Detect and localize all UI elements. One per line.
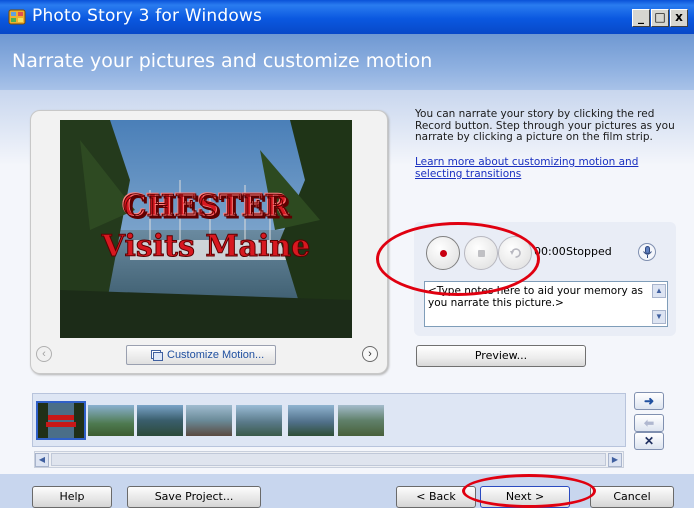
instructions-text: You can narrate your story by clicking t…: [415, 108, 675, 143]
save-project-button[interactable]: Save Project...: [127, 486, 261, 508]
app-icon: [8, 9, 26, 25]
maximize-button[interactable]: □: [651, 9, 669, 27]
cancel-button[interactable]: Cancel: [590, 486, 674, 508]
move-left-button[interactable]: ⬅: [634, 414, 664, 432]
filmstrip-thumbnail[interactable]: [88, 405, 134, 436]
arrow-left-icon: ⬅: [643, 416, 655, 430]
thumbnail-image: [38, 403, 84, 438]
chevron-right-icon: ›: [368, 348, 372, 360]
scrollbar-thumb[interactable]: [51, 453, 606, 466]
page-title: Narrate your pictures and customize moti…: [12, 50, 433, 72]
move-right-button[interactable]: ➜: [634, 392, 664, 410]
delete-icon: ✕: [643, 434, 655, 448]
filmstrip-thumbnail-selected[interactable]: [36, 401, 86, 440]
overlay-title-line1: CHESTER: [123, 189, 291, 224]
preview-button[interactable]: Preview...: [416, 345, 586, 367]
microphone-button[interactable]: [638, 243, 656, 261]
delete-button[interactable]: ✕: [634, 432, 664, 450]
customize-motion-icon: [151, 350, 163, 361]
record-button[interactable]: [426, 236, 460, 270]
page-header: Narrate your pictures and customize moti…: [0, 34, 694, 90]
undo-icon: [510, 248, 521, 258]
filmstrip-thumbnail[interactable]: [288, 405, 334, 436]
previous-picture-button[interactable]: ‹: [36, 346, 52, 362]
customize-motion-button[interactable]: Customize Motion...: [126, 345, 276, 365]
filmstrip-thumbnail[interactable]: [186, 405, 232, 436]
help-button[interactable]: Help: [32, 486, 112, 508]
stop-icon: [478, 250, 485, 257]
narration-notes-textbox[interactable]: <Type notes here to aid your memory as y…: [424, 281, 668, 327]
scroll-up-icon: ▲: [655, 286, 663, 295]
notes-scroll-down-button[interactable]: ▼: [652, 310, 666, 324]
next-picture-button[interactable]: ›: [362, 346, 378, 362]
scroll-right-icon: ▶: [611, 455, 619, 464]
harbor-photo: CHESTER Visits Maine: [60, 120, 352, 338]
chevron-left-icon: ‹: [42, 348, 46, 360]
filmstrip-thumbnail[interactable]: [236, 405, 282, 436]
close-button[interactable]: x: [670, 9, 688, 27]
scroll-right-button[interactable]: ▶: [608, 453, 622, 467]
scroll-down-icon: ▼: [655, 312, 663, 321]
notes-scroll-up-button[interactable]: ▲: [652, 284, 666, 298]
narration-notes-text: <Type notes here to aid your memory as y…: [428, 285, 644, 309]
record-icon: [440, 250, 447, 257]
overlay-title-line2: Visits Maine: [101, 229, 311, 264]
customize-motion-label: Customize Motion...: [167, 349, 265, 361]
narration-status: Stopped: [566, 245, 612, 258]
filmstrip-scrollbar[interactable]: ◀ ▶: [34, 451, 624, 468]
window-title: Photo Story 3 for Windows: [32, 6, 263, 26]
filmstrip-thumbnail[interactable]: [338, 405, 384, 436]
title-bar[interactable]: Photo Story 3 for Windows _ □ x: [0, 0, 694, 34]
scroll-left-button[interactable]: ◀: [35, 453, 49, 467]
narration-time: 00:00: [534, 245, 566, 258]
back-button[interactable]: < Back: [396, 486, 476, 508]
filmstrip-thumbnail[interactable]: [137, 405, 183, 436]
scroll-left-icon: ◀: [38, 455, 46, 464]
learn-more-link[interactable]: Learn more about customizing motion and …: [415, 156, 685, 180]
app-window: Photo Story 3 for Windows _ □ x Narrate …: [0, 0, 694, 508]
microphone-icon: [643, 246, 652, 258]
next-button[interactable]: Next >: [480, 486, 570, 508]
undo-button[interactable]: [498, 236, 532, 270]
preview-picture: CHESTER Visits Maine: [60, 120, 352, 338]
minimize-button[interactable]: _: [632, 9, 650, 27]
stop-button[interactable]: [464, 236, 498, 270]
arrow-right-icon: ➜: [643, 394, 655, 408]
